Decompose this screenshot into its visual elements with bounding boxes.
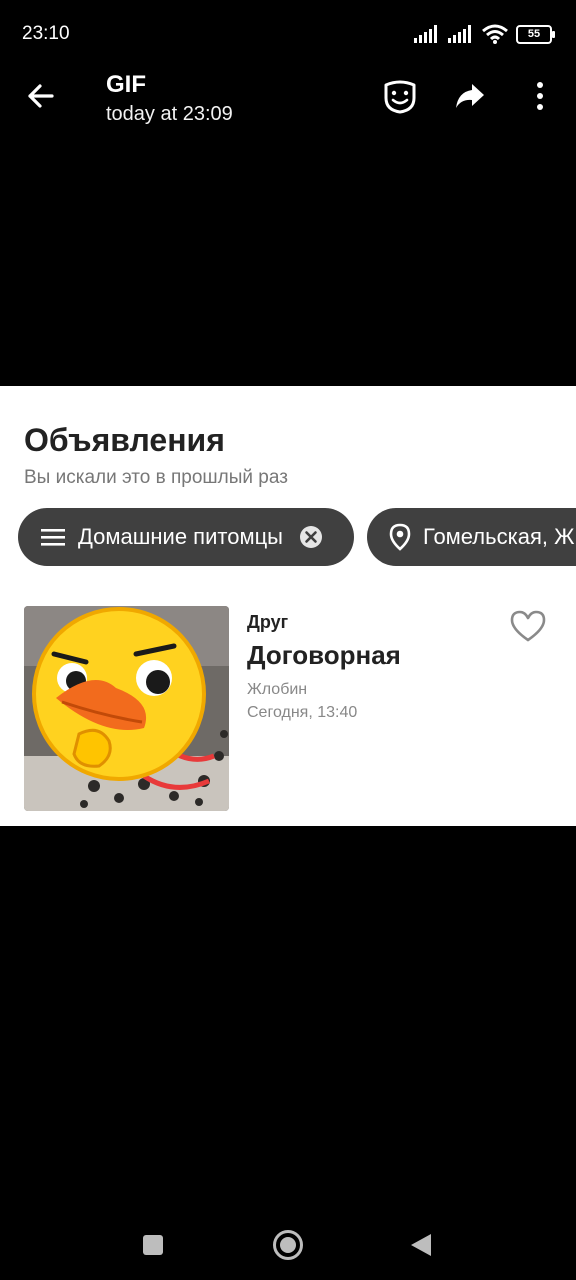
home-button[interactable] <box>272 1229 304 1266</box>
viewer-title: GIF <box>106 71 146 98</box>
square-icon <box>143 1235 163 1255</box>
clear-circle-icon[interactable] <box>299 525 323 549</box>
heart-icon <box>510 610 546 642</box>
title-block: GIF today at 23:09 <box>106 70 233 128</box>
signal-icon <box>448 25 471 43</box>
listing-category: Друг <box>247 612 289 632</box>
share-arrow-icon <box>456 84 484 108</box>
more-vertical-icon <box>537 82 543 110</box>
sticker-button[interactable] <box>380 76 420 116</box>
status-time: 23:10 <box>22 23 70 44</box>
location-pin-icon <box>389 523 411 551</box>
wifi-icon <box>482 24 508 44</box>
home-circle-icon <box>273 1230 303 1260</box>
arrow-left-icon <box>28 84 54 108</box>
listing-price: Договорная <box>247 640 401 670</box>
duck-sticker-image <box>24 606 229 811</box>
share-button[interactable] <box>450 76 490 116</box>
listing-card[interactable]: Друг Договорная Жлобин Сегодня, 13:40 <box>24 606 564 812</box>
chip-label: Гомельская, Ж <box>423 524 575 549</box>
category-chip[interactable]: Домашние питомцы <box>18 508 354 566</box>
battery-icon: 55 <box>516 24 555 44</box>
back-button[interactable] <box>22 76 62 116</box>
favorite-button[interactable] <box>508 608 548 644</box>
triangle-back-icon <box>411 1234 431 1256</box>
listing-city: Жлобин <box>247 681 308 698</box>
section-title: Объявления <box>24 422 225 458</box>
back-nav-button[interactable] <box>408 1232 434 1263</box>
system-nav-bar <box>0 1208 576 1280</box>
more-options-button[interactable] <box>520 76 560 116</box>
region-chip[interactable]: Гомельская, Ж <box>367 508 576 566</box>
status-bar: 23:10 55 <box>0 0 576 68</box>
signal-icon <box>414 25 437 43</box>
viewer-subtitle: today at 23:09 <box>106 103 233 125</box>
chip-label: Домашние питомцы <box>78 524 283 549</box>
listing-photo <box>24 606 229 811</box>
gif-content[interactable]: Объявления Вы искали это в прошлый раз Д… <box>0 386 576 826</box>
recent-apps-button[interactable] <box>141 1233 165 1262</box>
listing-date: Сегодня, 13:40 <box>247 704 358 721</box>
section-subtitle: Вы искали это в прошлый раз <box>24 467 288 488</box>
sticker-mask-icon <box>384 80 416 114</box>
viewer-header: GIF today at 23:09 <box>0 68 576 128</box>
list-icon <box>41 529 65 546</box>
filter-chips: Домашние питомцы Гомельская, Ж <box>18 508 576 566</box>
status-icons: 55 <box>414 24 555 44</box>
